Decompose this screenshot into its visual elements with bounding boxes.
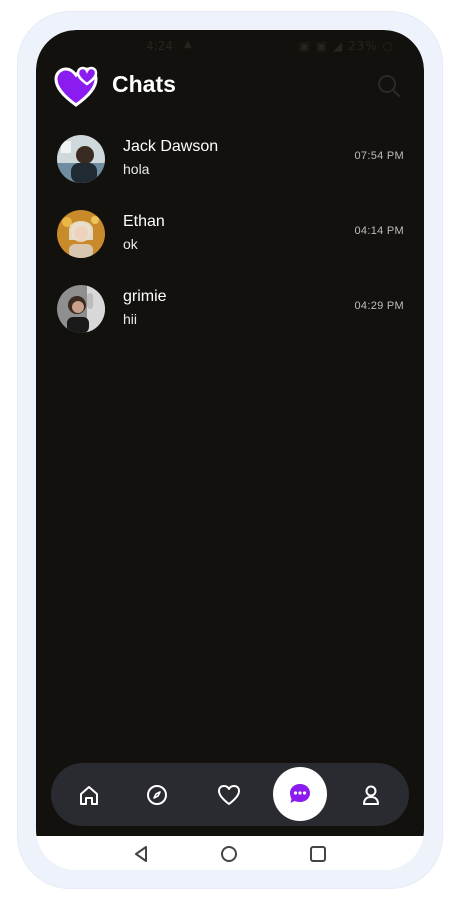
search-icon[interactable] <box>376 73 402 99</box>
home-icon[interactable] <box>71 777 107 813</box>
logo-icon <box>54 66 98 107</box>
chat-name: Ethan <box>123 213 165 230</box>
compass-icon[interactable] <box>139 777 175 813</box>
system-nav <box>36 836 424 870</box>
chat-name: Jack Dawson <box>123 138 219 155</box>
chat-time: 04:29 PM <box>354 300 404 312</box>
status-right-group: ▣ ▣ ◢ 23% ○ <box>298 39 394 53</box>
avatar <box>57 135 105 183</box>
avatar <box>57 285 105 333</box>
chat-item[interactable]: grimie hii 04:29 PM <box>36 280 424 355</box>
battery-text: 23% <box>348 39 378 53</box>
chat-item[interactable]: Ethan ok 04:14 PM <box>36 205 424 280</box>
chat-nav-active[interactable] <box>273 767 327 821</box>
avatar <box>57 210 105 258</box>
bottom-nav <box>51 763 409 826</box>
signal-icon: ▲ <box>184 39 192 50</box>
header: Chats <box>36 65 424 109</box>
chat-last-message: ok <box>123 236 138 252</box>
phone-screen-area: 4:24 ▲ ▣ ▣ ◢ 23% ○ Chats Jack Dawson hol… <box>36 30 424 870</box>
status-bar: 4:24 ▲ ▣ ▣ ◢ 23% ○ <box>36 30 424 60</box>
page-title: Chats <box>112 71 176 97</box>
chat-last-message: hii <box>123 311 138 327</box>
heart-icon[interactable] <box>211 777 247 813</box>
chat-time: 07:54 PM <box>354 150 404 162</box>
recents-icon[interactable] <box>308 844 328 864</box>
chat-icon <box>290 784 310 803</box>
chat-list: Jack Dawson hola 07:54 PM Ethan ok 04:14… <box>36 130 424 355</box>
app-screen: 4:24 ▲ ▣ ▣ ◢ 23% ○ Chats Jack Dawson hol… <box>36 30 424 836</box>
chat-item[interactable]: Jack Dawson hola 07:54 PM <box>36 130 424 205</box>
home-circle-icon[interactable] <box>219 844 239 864</box>
chat-time: 04:14 PM <box>354 225 404 237</box>
chat-name: grimie <box>123 288 167 305</box>
status-time: 4:24 <box>146 39 173 53</box>
back-icon[interactable] <box>132 844 152 864</box>
chat-last-message: hola <box>123 161 150 177</box>
profile-icon[interactable] <box>353 777 389 813</box>
